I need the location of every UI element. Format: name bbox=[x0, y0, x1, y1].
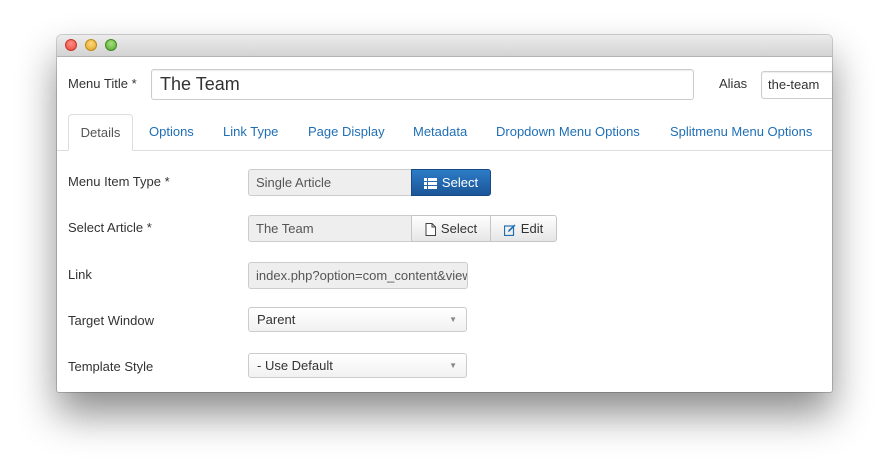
caret-down-icon: ▼ bbox=[449, 315, 457, 324]
tab-bar: Details Options Link Type Page Display M… bbox=[57, 114, 832, 151]
template-style-value: - Use Default bbox=[257, 358, 333, 373]
tab-dropdown-menu-options[interactable]: Dropdown Menu Options bbox=[496, 114, 640, 150]
select-article-button[interactable]: Select bbox=[411, 215, 491, 242]
edit-article-button-label: Edit bbox=[520, 221, 544, 236]
tab-details[interactable]: Details bbox=[68, 114, 133, 151]
caret-down-icon: ▼ bbox=[449, 361, 457, 370]
edit-icon bbox=[503, 224, 516, 236]
select-article-button-label: Select bbox=[440, 221, 478, 236]
menu-title-label: Menu Title * bbox=[68, 76, 137, 91]
alias-input[interactable]: the-team bbox=[761, 71, 832, 99]
menu-title-input[interactable]: The Team bbox=[151, 69, 694, 100]
menu-item-type-field: Single Article bbox=[248, 169, 412, 196]
template-style-label: Template Style bbox=[68, 359, 154, 374]
target-window-select[interactable]: Parent ▼ bbox=[248, 307, 467, 332]
link-label: Link bbox=[68, 267, 92, 282]
tab-splitmenu-menu-options[interactable]: Splitmenu Menu Options bbox=[670, 114, 812, 150]
target-window-value: Parent bbox=[257, 312, 296, 327]
edit-article-button[interactable]: Edit bbox=[490, 215, 557, 242]
minimize-window-button[interactable] bbox=[85, 39, 97, 51]
alias-label: Alias bbox=[719, 76, 748, 91]
file-icon bbox=[425, 223, 436, 237]
tab-options[interactable]: Options bbox=[149, 114, 194, 150]
zoom-window-button[interactable] bbox=[105, 39, 117, 51]
menu-item-type-select-label: Select bbox=[441, 175, 479, 190]
tab-link-type[interactable]: Link Type bbox=[223, 114, 278, 150]
tab-metadata[interactable]: Metadata bbox=[413, 114, 467, 150]
select-article-field: The Team bbox=[248, 215, 412, 242]
menu-item-type-select-button[interactable]: Select bbox=[411, 169, 491, 196]
list-icon bbox=[423, 178, 437, 190]
tab-page-display[interactable]: Page Display bbox=[308, 114, 385, 150]
select-article-label: Select Article * bbox=[68, 220, 152, 235]
template-style-select[interactable]: - Use Default ▼ bbox=[248, 353, 467, 378]
close-window-button[interactable] bbox=[65, 39, 77, 51]
window-titlebar bbox=[57, 35, 832, 57]
editor-window: Menu Title * The Team Alias the-team Det… bbox=[57, 35, 832, 392]
target-window-label: Target Window bbox=[68, 313, 154, 328]
menu-item-type-label: Menu Item Type * bbox=[68, 174, 170, 189]
link-field: index.php?option=com_content&view=articl… bbox=[248, 262, 468, 289]
